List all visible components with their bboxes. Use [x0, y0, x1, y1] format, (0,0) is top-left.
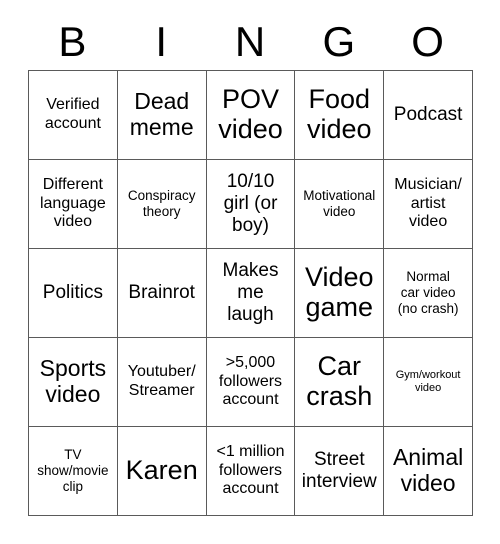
bingo-header-row: B I N G O	[28, 14, 472, 70]
bingo-cell-o5[interactable]: Animal video	[384, 427, 473, 516]
bingo-cell-label: Normal car video (no crash)	[397, 268, 459, 317]
bingo-cell-o2[interactable]: Musician/ artist video	[384, 160, 473, 249]
bingo-cell-i1[interactable]: Dead meme	[117, 71, 207, 160]
bingo-cell-b4[interactable]: Sports video	[29, 338, 118, 427]
bingo-cell-n1[interactable]: POV video	[206, 71, 296, 160]
bingo-cell-label: Dead meme	[129, 88, 194, 140]
bingo-cell-label: Car crash	[306, 351, 373, 411]
bingo-header-letter-g: G	[322, 18, 356, 65]
bingo-cell-n3[interactable]: Makes me laugh	[206, 249, 296, 338]
bingo-cell-g2[interactable]: Motivational video	[295, 160, 385, 249]
bingo-cell-o3[interactable]: Normal car video (no crash)	[384, 249, 473, 338]
bingo-cell-label: Animal video	[392, 444, 464, 496]
bingo-header-letter-b: B	[58, 18, 87, 65]
bingo-cell-i5[interactable]: Karen	[117, 427, 207, 516]
bingo-header-letter-o: O	[411, 18, 444, 65]
bingo-cell-o1[interactable]: Podcast	[384, 71, 473, 160]
bingo-cell-label: <1 million followers account	[216, 442, 285, 498]
bingo-header-letter-i: I	[155, 18, 168, 65]
bingo-cell-label: 10/10 girl (or boy)	[223, 171, 278, 236]
bingo-card: B I N G O Verified account Dead meme POV…	[28, 14, 473, 516]
bingo-cell-label: TV show/movie clip	[37, 446, 109, 495]
bingo-cell-n4[interactable]: >5,000 followers account	[206, 338, 296, 427]
bingo-cell-label: Karen	[125, 455, 198, 486]
bingo-cell-i3[interactable]: Brainrot	[117, 249, 207, 338]
bingo-grid: Verified account Dead meme POV video Foo…	[28, 70, 473, 516]
bingo-cell-label: Politics	[42, 282, 103, 304]
bingo-cell-label: >5,000 followers account	[218, 353, 283, 409]
bingo-cell-label: Video game	[305, 262, 374, 322]
bingo-cell-n2[interactable]: 10/10 girl (or boy)	[206, 160, 296, 249]
bingo-cell-label: Brainrot	[128, 282, 195, 304]
bingo-cell-label: Musician/ artist video	[394, 175, 462, 231]
bingo-cell-label: Podcast	[393, 104, 463, 126]
bingo-cell-label: Verified account	[44, 96, 101, 132]
bingo-cell-g5[interactable]: Street interview	[295, 427, 385, 516]
bingo-cell-label: Conspiracy theory	[127, 187, 196, 219]
bingo-cell-g3[interactable]: Video game	[295, 249, 385, 338]
bingo-cell-label: Sports video	[39, 355, 107, 407]
bingo-cell-b5[interactable]: TV show/movie clip	[29, 427, 118, 516]
bingo-cell-label: Gym/workout video	[395, 368, 461, 394]
bingo-cell-n5[interactable]: <1 million followers account	[206, 427, 296, 516]
bingo-cell-label: Different language video	[39, 175, 106, 231]
bingo-cell-label: Makes me laugh	[222, 260, 279, 325]
bingo-cell-b3[interactable]: Politics	[29, 249, 118, 338]
bingo-cell-i2[interactable]: Conspiracy theory	[117, 160, 207, 249]
bingo-cell-label: Street interview	[301, 449, 377, 492]
bingo-cell-i4[interactable]: Youtuber/ Streamer	[117, 338, 207, 427]
bingo-cell-o4[interactable]: Gym/workout video	[384, 338, 473, 427]
bingo-cell-g1[interactable]: Food video	[295, 71, 385, 160]
bingo-cell-label: Motivational video	[303, 187, 376, 219]
bingo-cell-label: Youtuber/ Streamer	[127, 363, 196, 399]
bingo-cell-label: Food video	[307, 84, 372, 144]
bingo-cell-b1[interactable]: Verified account	[29, 71, 118, 160]
bingo-cell-b2[interactable]: Different language video	[29, 160, 118, 249]
bingo-header-letter-n: N	[234, 18, 266, 65]
bingo-cell-label: POV video	[218, 84, 283, 144]
bingo-cell-g4[interactable]: Car crash	[295, 338, 385, 427]
